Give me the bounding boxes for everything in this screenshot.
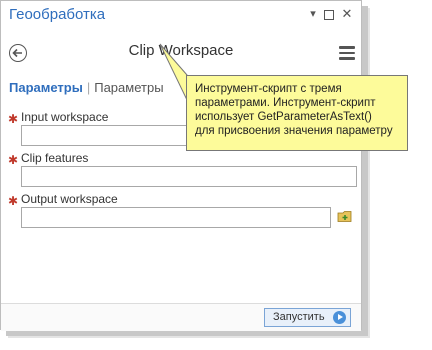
run-button[interactable]: Запустить — [264, 308, 351, 327]
param-label: Output workspace — [21, 192, 118, 206]
hamburger-menu-icon[interactable] — [339, 46, 355, 60]
callout-line-3: использует GetParameterAsText() — [195, 111, 372, 123]
param-label: Clip features — [21, 151, 89, 165]
pin-icon[interactable]: ▾ — [307, 8, 319, 20]
close-icon[interactable]: ✕ — [341, 7, 353, 20]
run-button-label: Запустить — [273, 311, 325, 323]
required-marker: ✱ — [8, 112, 19, 126]
required-marker: ✱ — [8, 194, 19, 208]
browse-folder-icon[interactable] — [337, 209, 353, 223]
callout-line-1: Инструмент-скрипт с тремя — [195, 83, 342, 95]
tab-separator: | — [86, 80, 91, 95]
tab-parameters[interactable]: Параметры — [9, 80, 83, 95]
tab-bar: Параметры | Параметры — [9, 80, 164, 100]
callout-note: Инструмент-скрипт с тремя параметрами. И… — [186, 75, 408, 151]
callout-pointer — [159, 43, 188, 100]
clip-features-field[interactable] — [21, 166, 357, 187]
output-workspace-field[interactable] — [21, 207, 331, 228]
callout-line-4: для присвоения значения параметру — [195, 125, 393, 137]
callout-line-2: параметрами. Инструмент-скрипт — [195, 97, 376, 109]
titlebar: Геообработка ▾ ✕ — [1, 1, 361, 29]
required-marker: ✱ — [8, 153, 19, 167]
param-label: Input workspace — [21, 110, 109, 124]
footer-bar: Запустить — [1, 303, 361, 331]
pane-title: Геообработка — [9, 6, 106, 23]
play-icon — [333, 311, 346, 324]
restore-icon[interactable] — [324, 10, 334, 20]
